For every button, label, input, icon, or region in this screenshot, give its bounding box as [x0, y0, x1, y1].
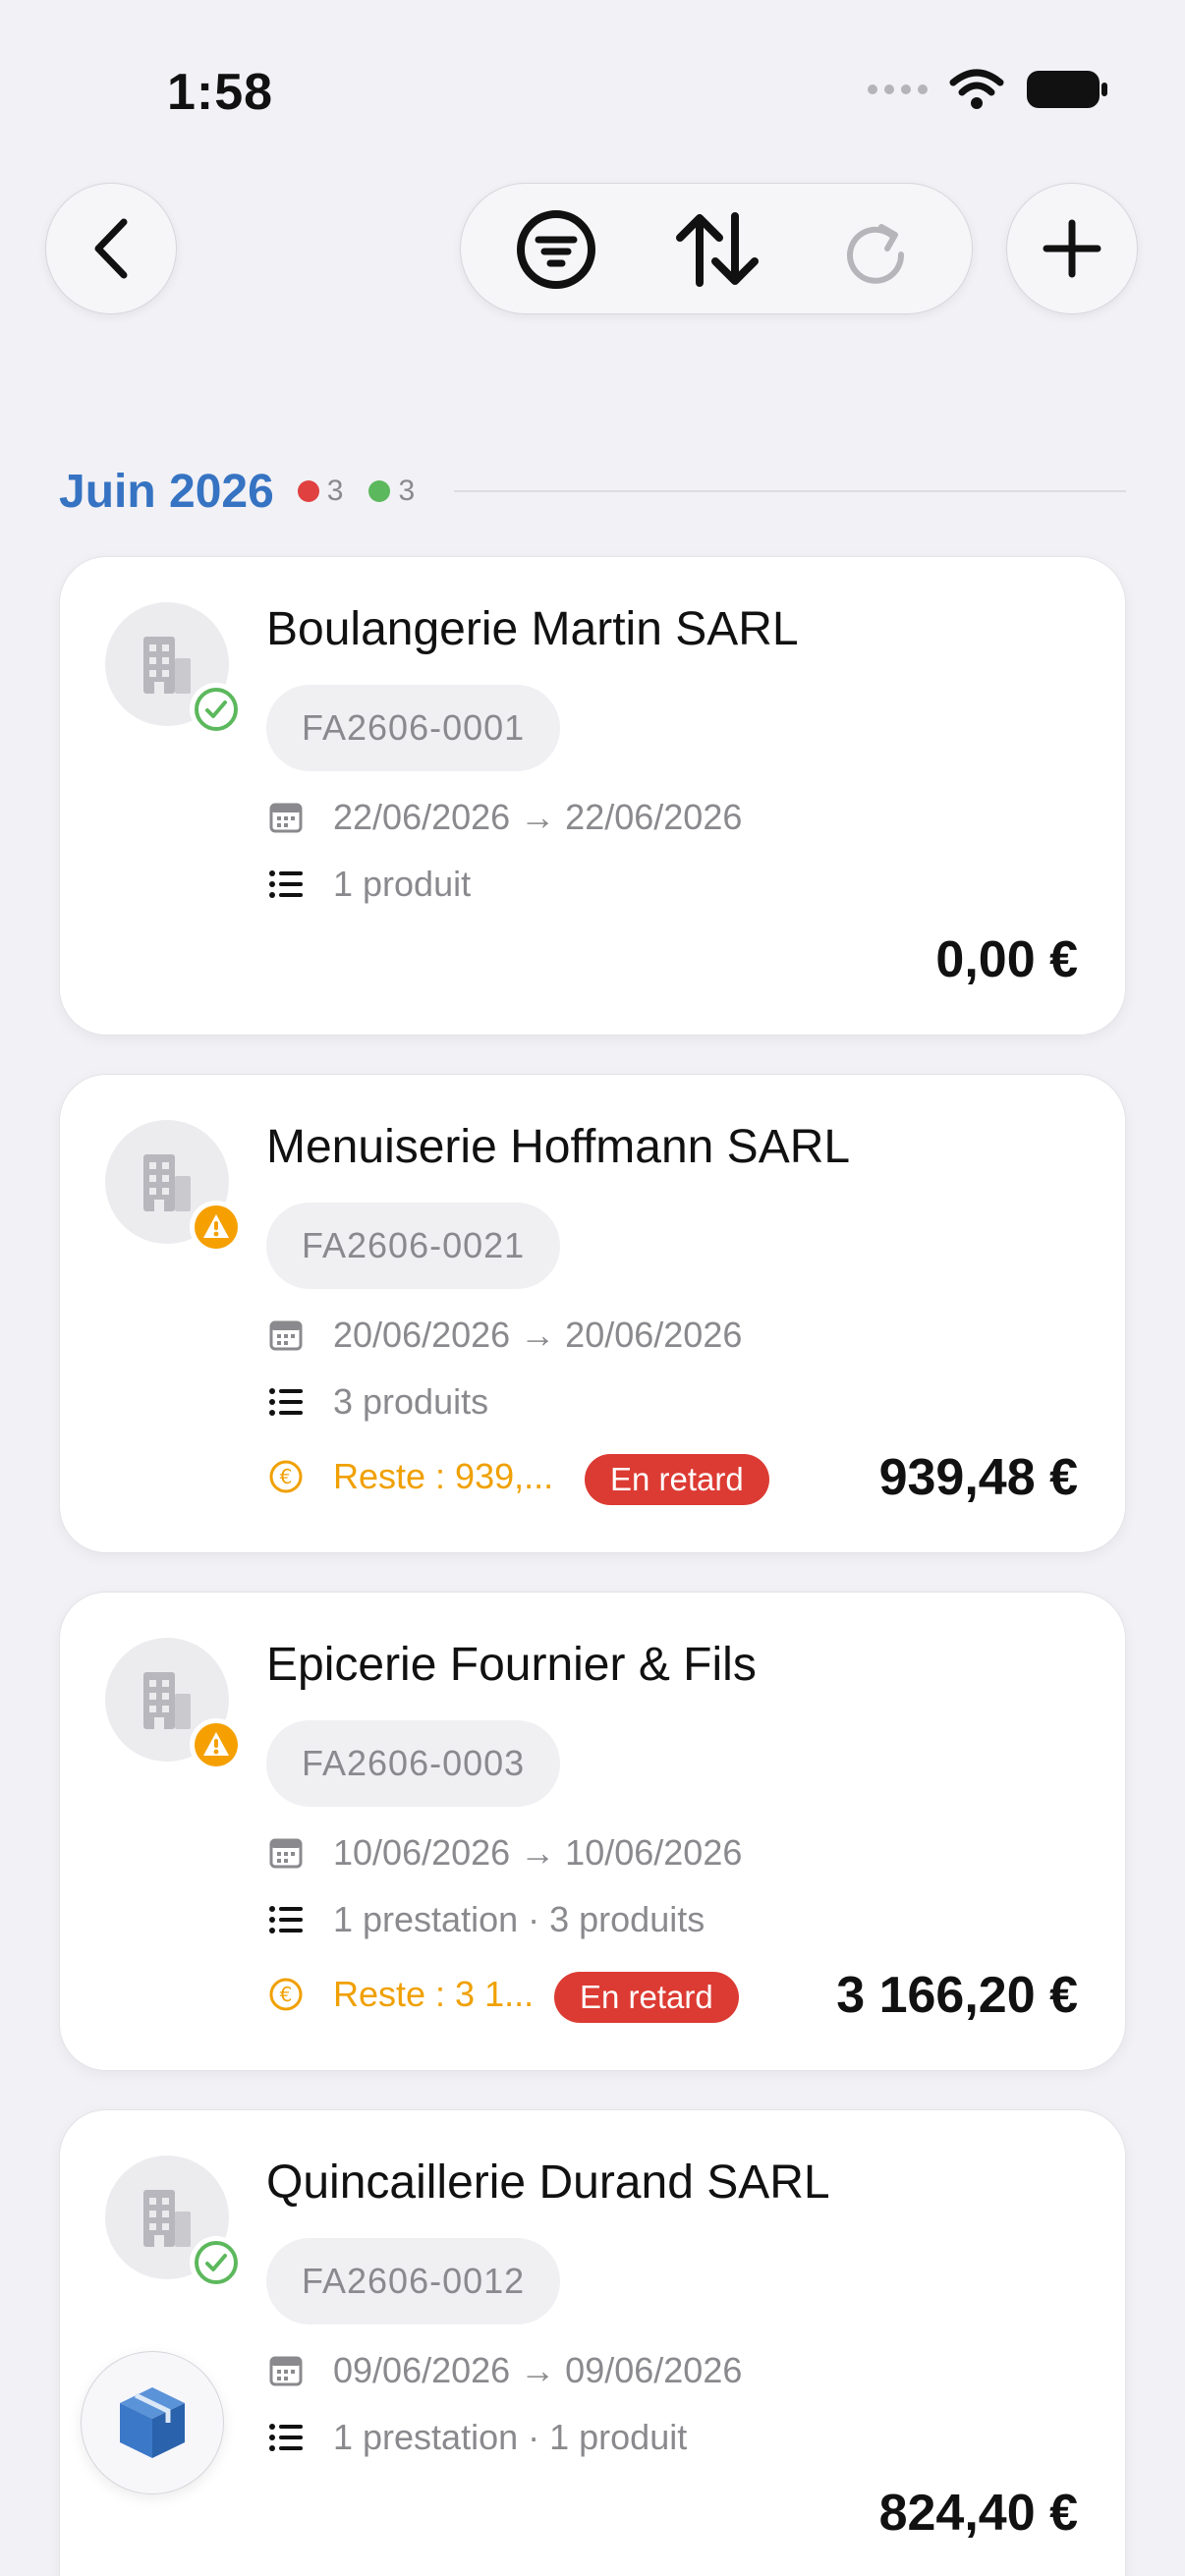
late-badge: En retard	[554, 1972, 739, 2023]
refresh-button[interactable]	[811, 184, 942, 315]
chevron-left-icon	[94, 218, 128, 279]
building-icon	[143, 1672, 191, 1729]
date-range-row: 10/06/2026 → 10/06/2026	[268, 1832, 742, 1874]
invoice-ref-chip: FA2606-0001	[266, 685, 561, 771]
warning-status-badge	[190, 1718, 243, 1771]
items-summary: 1 prestation · 1 produit	[333, 2417, 688, 2457]
invoice-ref-chip: FA2606-0012	[266, 2238, 561, 2324]
invoice-card[interactable]: Boulangerie Martin SARL FA2606-0001 22/0…	[59, 556, 1126, 1036]
invoice-card[interactable]: Epicerie Fournier & Fils FA2606-0003 10/…	[59, 1592, 1126, 2071]
invoice-card[interactable]: Menuiserie Hoffmann SARL FA2606-0021 20/…	[59, 1074, 1126, 1553]
red-dot-icon	[297, 480, 319, 502]
euro-icon: €	[269, 1978, 303, 2011]
client-name: Boulangerie Martin SARL	[266, 603, 799, 655]
month-section-header: Juin 2026 3 3	[59, 462, 1126, 521]
battery-icon	[1027, 71, 1107, 108]
invoice-ref-chip: FA2606-0003	[266, 1720, 561, 1807]
invoice-card[interactable]: Quincaillerie Durand SARL FA2606-0012 09…	[59, 2109, 1126, 2576]
list-icon	[268, 2420, 304, 2455]
calendar-icon	[268, 1835, 304, 1871]
warning-icon	[195, 1723, 238, 1766]
calendar-icon	[268, 2353, 304, 2388]
invoice-list-screen: 1:58 Juin 2026 3 3 Boulangerie Martin SA…	[0, 0, 1185, 2576]
calendar-icon	[268, 1317, 304, 1353]
wifi-icon	[949, 69, 1004, 109]
invoice-ref-chip: FA2606-0021	[266, 1203, 561, 1289]
remaining-row: € Reste : 3 1...	[268, 1974, 534, 2015]
date-range-row: 22/06/2026 → 22/06/2026	[268, 797, 742, 838]
date-range-row: 09/06/2026 → 09/06/2026	[268, 2350, 742, 2391]
sort-button[interactable]	[651, 184, 783, 315]
paid-count: 3	[398, 475, 416, 507]
section-divider	[454, 490, 1126, 492]
list-icon	[268, 1902, 304, 1937]
paid-count-badge: 3	[368, 475, 415, 508]
sort-arrows-icon	[676, 212, 759, 287]
warning-status-badge	[190, 1201, 243, 1254]
box-icon	[120, 2387, 185, 2458]
client-name: Menuiserie Hoffmann SARL	[266, 1121, 851, 1173]
building-icon	[143, 2190, 191, 2247]
filter-button[interactable]	[490, 184, 622, 315]
status-time: 1:58	[167, 64, 274, 121]
svg-text:€: €	[280, 1983, 293, 2006]
items-summary: 3 produits	[333, 1381, 489, 1422]
invoice-total: 939,48 €	[878, 1449, 1078, 1506]
items-summary: 1 prestation · 3 produits	[333, 1899, 705, 1939]
green-dot-icon	[368, 480, 391, 502]
warning-icon	[195, 1205, 238, 1249]
back-button[interactable]	[45, 183, 177, 314]
late-count-badge: 3	[297, 475, 344, 508]
euro-icon: €	[269, 1460, 303, 1493]
calendar-icon	[268, 800, 304, 835]
late-badge: En retard	[585, 1454, 769, 1505]
date-range: 20/06/2026 → 20/06/2026	[333, 1315, 743, 1355]
refresh-icon	[847, 224, 905, 284]
date-range: 22/06/2026 → 22/06/2026	[333, 797, 743, 837]
client-name: Epicerie Fournier & Fils	[266, 1639, 757, 1691]
items-summary: 1 produit	[333, 864, 472, 904]
invoice-total: 3 166,20 €	[836, 1967, 1078, 2024]
status-icons	[868, 69, 1108, 110]
list-icon	[268, 867, 304, 902]
filter-icon	[517, 210, 595, 289]
items-row: 3 produits	[268, 1381, 488, 1423]
list-icon	[268, 1384, 304, 1420]
remaining-row: € Reste : 939,...	[268, 1456, 553, 1497]
month-title: Juin 2026	[59, 465, 274, 518]
check-circle-icon	[195, 688, 238, 731]
date-range: 09/06/2026 → 09/06/2026	[333, 2350, 743, 2390]
remaining-amount: Reste : 3 1...	[333, 1974, 535, 2014]
client-name: Quincaillerie Durand SARL	[266, 2156, 830, 2209]
check-circle-icon	[195, 2241, 238, 2284]
items-row: 1 produit	[268, 864, 471, 905]
cellular-dots-icon	[868, 84, 928, 94]
invoice-total: 0,00 €	[935, 931, 1078, 988]
date-range: 10/06/2026 → 10/06/2026	[333, 1832, 743, 1873]
building-icon	[143, 637, 191, 694]
invoice-total: 824,40 €	[878, 2485, 1078, 2542]
toolbar-pill	[460, 183, 973, 314]
paid-status-badge	[190, 2236, 243, 2289]
plus-icon	[1043, 219, 1101, 278]
late-count: 3	[326, 475, 344, 507]
paid-status-badge	[190, 683, 243, 736]
products-fab[interactable]	[81, 2351, 224, 2494]
items-row: 1 prestation · 3 produits	[268, 1899, 705, 1940]
svg-text:€: €	[280, 1465, 293, 1488]
items-row: 1 prestation · 1 produit	[268, 2417, 687, 2458]
date-range-row: 20/06/2026 → 20/06/2026	[268, 1315, 742, 1356]
building-icon	[143, 1154, 191, 1211]
remaining-amount: Reste : 939,...	[333, 1456, 554, 1496]
add-button[interactable]	[1006, 183, 1138, 314]
